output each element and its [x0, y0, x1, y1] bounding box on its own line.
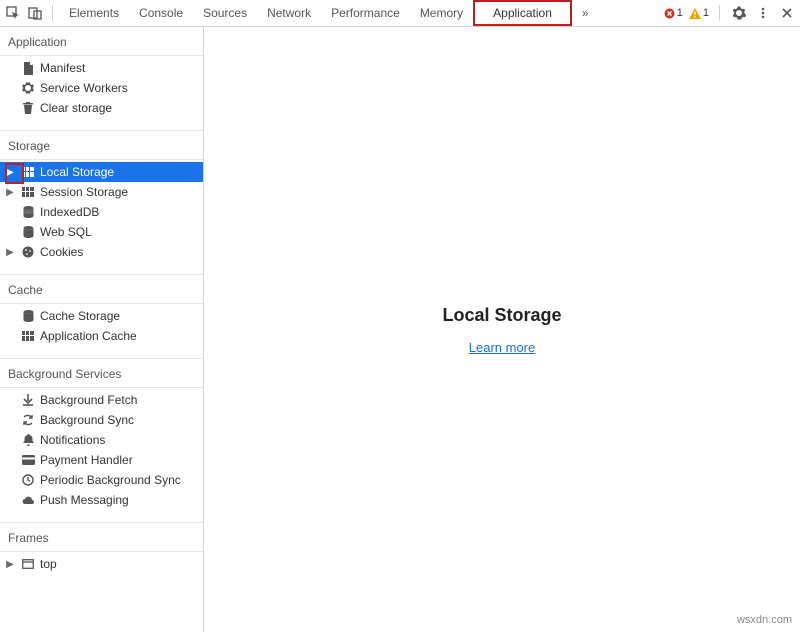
- tab-performance[interactable]: Performance: [321, 0, 410, 26]
- label: Service Workers: [40, 81, 128, 95]
- settings-gear-icon[interactable]: [728, 2, 750, 24]
- content-pane: Local Storage Learn more: [204, 27, 800, 632]
- chevron-double-right-icon: »: [582, 6, 589, 20]
- trash-icon: [20, 102, 36, 114]
- label: Application Cache: [40, 329, 137, 343]
- tab-sources[interactable]: Sources: [193, 0, 257, 26]
- label: Cache Storage: [40, 309, 120, 323]
- sidebar-item-service-workers[interactable]: Service Workers: [0, 78, 203, 98]
- warning-count[interactable]: 1: [687, 7, 711, 19]
- sidebar-item-session-storage[interactable]: ▶ Session Storage: [0, 182, 203, 202]
- content-heading: Local Storage: [442, 305, 561, 326]
- sync-icon: [20, 414, 36, 426]
- more-vert-icon[interactable]: [752, 2, 774, 24]
- sidebar-item-cache-storage[interactable]: Cache Storage: [0, 306, 203, 326]
- devtools-toolbar: Elements Console Sources Network Perform…: [0, 0, 800, 27]
- credit-card-icon: [20, 455, 36, 465]
- sidebar-item-cookies[interactable]: ▶ Cookies: [0, 242, 203, 262]
- database-icon: [20, 206, 36, 218]
- section-frames[interactable]: Frames: [0, 522, 203, 552]
- label: Background Fetch: [40, 393, 137, 407]
- sidebar-item-web-sql[interactable]: Web SQL: [0, 222, 203, 242]
- warning-icon: [689, 8, 701, 19]
- triangle-right-icon[interactable]: ▶: [4, 187, 16, 198]
- sidebar-item-manifest[interactable]: Manifest: [0, 58, 203, 78]
- grid-icon: [20, 187, 36, 197]
- sidebar-item-clear-storage[interactable]: Clear storage: [0, 98, 203, 118]
- label: Local Storage: [40, 165, 114, 179]
- sidebar-item-indexeddb[interactable]: IndexedDB: [0, 202, 203, 222]
- download-icon: [20, 394, 36, 406]
- label: Clear storage: [40, 101, 112, 115]
- bell-icon: [20, 434, 36, 446]
- tab-console[interactable]: Console: [129, 0, 193, 26]
- section-background-services[interactable]: Background Services: [0, 358, 203, 388]
- tab-application-highlight: Application: [473, 0, 572, 26]
- inspect-element-icon[interactable]: [2, 2, 24, 24]
- sidebar-item-background-fetch[interactable]: Background Fetch: [0, 390, 203, 410]
- sidebar-item-notifications[interactable]: Notifications: [0, 430, 203, 450]
- section-storage[interactable]: Storage: [0, 130, 203, 160]
- sidebar-item-payment-handler[interactable]: Payment Handler: [0, 450, 203, 470]
- tab-network[interactable]: Network: [257, 0, 321, 26]
- grid-icon: [20, 167, 36, 177]
- sidebar-item-frame-top[interactable]: ▶ top: [0, 554, 203, 574]
- error-count[interactable]: 1: [662, 7, 685, 19]
- sidebar-item-local-storage[interactable]: ▶ Local Storage: [0, 162, 203, 182]
- frame-icon: [20, 559, 36, 569]
- label: Manifest: [40, 61, 85, 75]
- devtools-tabs: Elements Console Sources Network Perform…: [59, 0, 599, 26]
- label: Background Sync: [40, 413, 134, 427]
- sidebar-item-push-messaging[interactable]: Push Messaging: [0, 490, 203, 510]
- sidebar-item-application-cache[interactable]: Application Cache: [0, 326, 203, 346]
- section-cache[interactable]: Cache: [0, 274, 203, 304]
- label: Cookies: [40, 245, 83, 259]
- error-count-value: 1: [677, 7, 683, 19]
- label: Periodic Background Sync: [40, 473, 181, 487]
- tab-overflow[interactable]: »: [572, 0, 599, 26]
- triangle-right-icon[interactable]: ▶: [4, 247, 16, 258]
- label: Notifications: [40, 433, 105, 447]
- label: IndexedDB: [40, 205, 99, 219]
- triangle-right-icon[interactable]: ▶: [4, 559, 16, 570]
- device-toggle-icon[interactable]: [24, 2, 46, 24]
- close-icon[interactable]: [776, 2, 798, 24]
- warning-count-value: 1: [703, 7, 709, 19]
- label: top: [40, 557, 57, 571]
- section-application[interactable]: Application: [0, 27, 203, 56]
- error-icon: [664, 8, 675, 19]
- database-icon: [20, 310, 36, 322]
- watermark: wsxdn.com: [737, 614, 792, 626]
- learn-more-link[interactable]: Learn more: [469, 340, 535, 355]
- database-icon: [20, 226, 36, 238]
- application-sidebar: Application Manifest Service Workers Cle…: [0, 27, 204, 632]
- cloud-icon: [20, 496, 36, 505]
- grid-icon: [20, 331, 36, 341]
- sidebar-item-periodic-sync[interactable]: Periodic Background Sync: [0, 470, 203, 490]
- label: Web SQL: [40, 225, 92, 239]
- sidebar-item-background-sync[interactable]: Background Sync: [0, 410, 203, 430]
- triangle-right-icon[interactable]: ▶: [4, 167, 16, 178]
- label: Push Messaging: [40, 493, 129, 507]
- label: Payment Handler: [40, 453, 133, 467]
- tab-application[interactable]: Application: [485, 6, 560, 20]
- clock-icon: [20, 474, 36, 486]
- document-icon: [20, 62, 36, 75]
- tab-memory[interactable]: Memory: [410, 0, 473, 26]
- gear-icon: [20, 82, 36, 94]
- separator: [52, 5, 53, 21]
- cookie-icon: [20, 246, 36, 258]
- tab-elements[interactable]: Elements: [59, 0, 129, 26]
- label: Session Storage: [40, 185, 128, 199]
- separator: [719, 5, 720, 21]
